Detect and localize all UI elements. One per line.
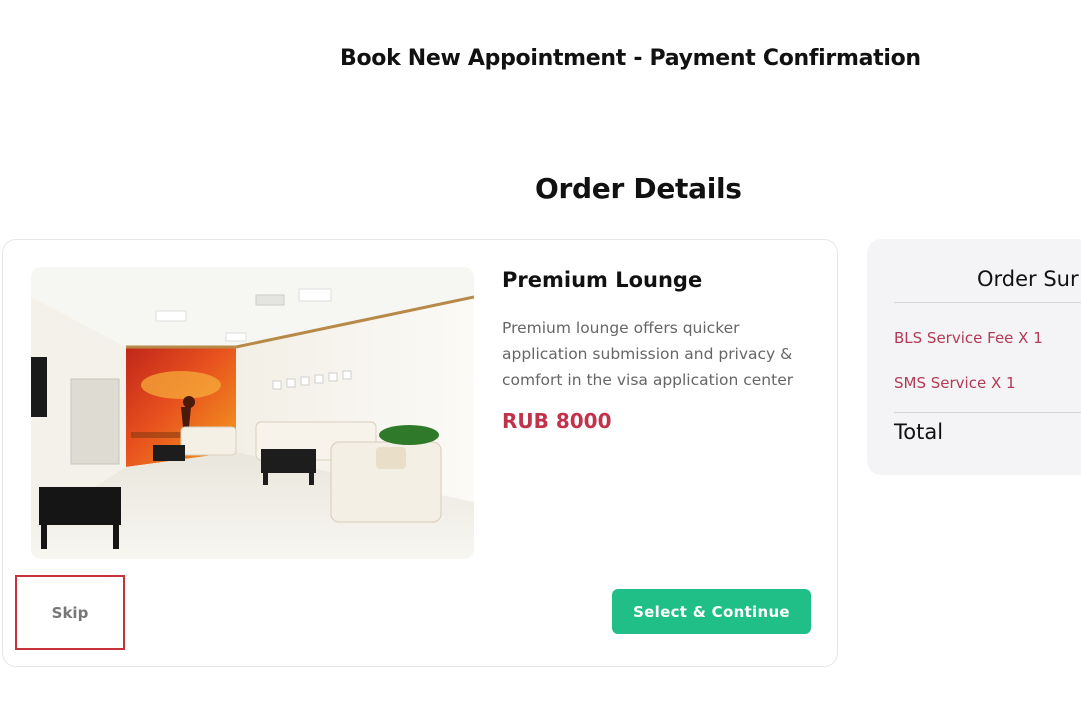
select-and-continue-button[interactable]: Select & Continue <box>612 589 811 634</box>
order-summary-title: Order Sur <box>977 267 1079 291</box>
order-details-title: Order Details <box>535 172 742 205</box>
order-summary-card: Order Sur BLS Service Fee X 1 SMS Servic… <box>867 239 1081 475</box>
premium-lounge-card: Premium Lounge Premium lounge offers qui… <box>2 239 838 667</box>
page-title: Book New Appointment - Payment Confirmat… <box>340 46 921 71</box>
summary-divider <box>894 302 1081 303</box>
product-description: Premium lounge offers quicker applicatio… <box>502 319 794 389</box>
summary-total-label: Total <box>894 420 944 444</box>
summary-divider <box>894 412 1081 413</box>
product-price: RUB 8000 <box>502 409 612 433</box>
skip-button[interactable]: Skip <box>15 575 125 650</box>
lounge-photo <box>31 267 474 559</box>
summary-item-bls-service-fee: BLS Service Fee X 1 <box>894 329 1043 347</box>
summary-item-sms-service: SMS Service X 1 <box>894 374 1016 392</box>
product-name: Premium Lounge <box>502 268 703 292</box>
